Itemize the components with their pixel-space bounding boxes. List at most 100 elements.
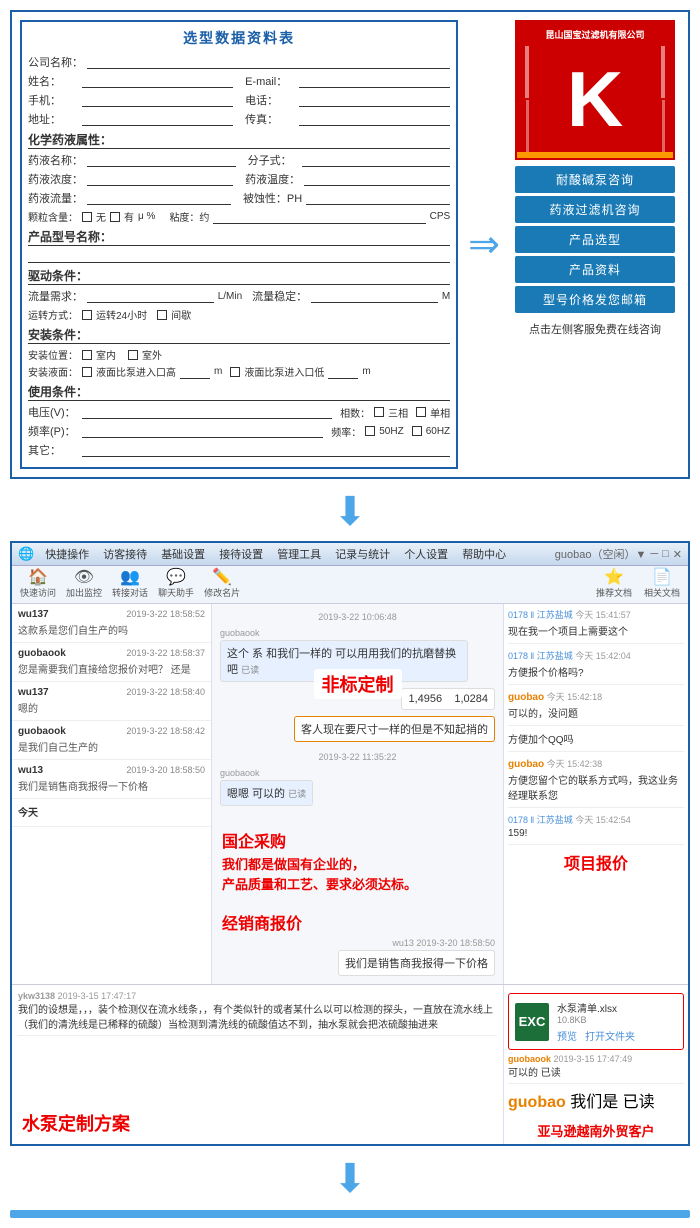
toolbar-shortcut[interactable]: 📄 相关文档 xyxy=(642,568,682,601)
level-below-check[interactable] xyxy=(230,367,240,377)
freq-60-check[interactable] xyxy=(412,426,422,436)
toolbar-label-5: 修改名片 xyxy=(204,586,240,599)
other-input[interactable] xyxy=(82,443,450,457)
three-phase-check[interactable] xyxy=(374,407,384,417)
toolbar-monitor[interactable]: 👁 加出监控 xyxy=(64,568,104,601)
file-actions: 预览 打开文件夹 xyxy=(557,1028,635,1043)
btn-acid-pump[interactable]: 耐酸碱泵咨询 xyxy=(515,166,675,193)
chem-name-input[interactable] xyxy=(87,153,236,167)
other-label: 其它： xyxy=(28,442,78,458)
menu-stats[interactable]: 记录与统计 xyxy=(332,545,393,563)
btn-filter[interactable]: 药液过滤机咨询 xyxy=(515,196,675,223)
conv-item-1[interactable]: wu137 2019-3-22 18:58:52 这款系是您们自生产的吗 xyxy=(12,604,211,643)
use-section-title: 使用条件： xyxy=(28,383,450,401)
level-above-check[interactable] xyxy=(82,367,92,377)
toolbar-edit[interactable]: ✏️ 修改名片 xyxy=(202,568,242,601)
flow-range-input[interactable] xyxy=(311,289,438,303)
addr-input[interactable] xyxy=(82,112,233,126)
conv-item-today[interactable]: 今天 xyxy=(12,799,211,827)
freq-hz-label: 频率： xyxy=(331,424,361,439)
right-msg-5: guobao 今天 15:42:38 方便您留个它的联系方式吗，我这业务经理联系… xyxy=(508,757,684,808)
level-above-input[interactable] xyxy=(180,365,210,379)
bar1 xyxy=(525,40,529,98)
open-folder-btn[interactable]: 打开文件夹 xyxy=(585,1028,635,1043)
btn-product-info[interactable]: 产品资料 xyxy=(515,256,675,283)
btn-send-price[interactable]: 型号价格发您邮箱 xyxy=(515,286,675,313)
fax-input[interactable] xyxy=(299,112,450,126)
chat-menubar: 🌐 快捷操作 访客接待 基础设置 接待设置 管理工具 记录与统计 个人设置 帮助… xyxy=(12,543,688,566)
drive-24h-check[interactable] xyxy=(82,310,92,320)
ph-input[interactable] xyxy=(306,191,450,205)
toolbar-quick-access[interactable]: 🏠 快速访问 xyxy=(18,568,58,601)
mol-label: 分子式： xyxy=(248,152,298,168)
tel-input[interactable] xyxy=(299,93,450,107)
mobile-input[interactable] xyxy=(82,93,233,107)
menu-personal[interactable]: 个人设置 xyxy=(401,545,451,563)
btn-model-select[interactable]: 产品选型 xyxy=(515,226,675,253)
menu-quick-op[interactable]: 快捷操作 xyxy=(42,545,92,563)
viscosity-input[interactable] xyxy=(213,210,425,224)
indoor-check[interactable] xyxy=(82,350,92,360)
freq-50-label: 50HZ xyxy=(379,426,403,437)
toolbar-right: ⭐ 推荐文档 📄 相关文档 xyxy=(594,568,682,601)
particle-has-check[interactable] xyxy=(110,212,120,222)
right-msg-1-text: 现在我一个项目上需要这个 xyxy=(508,623,684,638)
particle-has-label: 有 xyxy=(124,209,134,224)
flow-req-input[interactable] xyxy=(87,289,214,303)
chat-messages: 2019-3-22 10:06:48 guobaook 这个 系 和我们一样的 … xyxy=(212,604,503,984)
minimize-btn[interactable]: ─ xyxy=(650,548,658,560)
bubble-5-text: 我们是销售商我报得一下价格 xyxy=(338,950,495,976)
drive-mode-label: 运转方式： xyxy=(28,307,78,322)
level-below-input[interactable] xyxy=(328,365,358,379)
bottom-right-conv-text: 可以的 已读 xyxy=(508,1064,684,1079)
conv-item-5[interactable]: wu13 2019-3-20 18:58:50 我们是销售商我报得一下价格 xyxy=(12,760,211,799)
company-input[interactable] xyxy=(87,55,450,69)
file-name: 水泵清单.xlsx xyxy=(557,1000,635,1015)
mol-input[interactable] xyxy=(302,153,451,167)
drive-interval-check[interactable] xyxy=(157,310,167,320)
right-msg-2: 0178 ‖ 江苏盐城 今天 15:42:04 方便报个价格吗? xyxy=(508,649,684,685)
nav-buttons: 耐酸碱泵咨询 药液过滤机咨询 产品选型 产品资料 型号价格发您邮箱 xyxy=(515,166,675,313)
toolbar-assistant[interactable]: 💬 聊天助手 xyxy=(156,568,196,601)
outdoor-check[interactable] xyxy=(128,350,138,360)
topbar-right: guobao（空闲）▼ ─ □ ✕ xyxy=(555,546,682,562)
toolbar-recommend[interactable]: ⭐ 推荐文档 xyxy=(594,568,634,601)
right-msg-6-meta: 0178 ‖ 江苏盐城 今天 15:42:54 xyxy=(508,813,684,826)
preview-btn[interactable]: 预览 xyxy=(557,1028,577,1043)
user-status[interactable]: guobao（空闲）▼ xyxy=(555,546,647,562)
freq-50-check[interactable] xyxy=(365,426,375,436)
right-msg-5-meta: guobao 今天 15:42:38 xyxy=(508,757,684,770)
bubble-1-meta: guobaook xyxy=(220,628,260,638)
company-panel: 昆山国宝过滤机有限公司 K 耐酸碱泵咨询 药液过滤机咨询 产品选型 产品资料 型… xyxy=(510,20,680,469)
install-location-row: 安装位置： 室内 室外 xyxy=(28,347,450,362)
bubble-4-meta: guobaook xyxy=(220,768,260,778)
maximize-btn[interactable]: □ xyxy=(662,548,669,560)
particle-none-check[interactable] xyxy=(82,212,92,222)
toolbar-transfer[interactable]: 👥 转接对话 xyxy=(110,568,150,601)
menu-reception[interactable]: 接待设置 xyxy=(216,545,266,563)
conv-item-3[interactable]: wu137 2019-3-22 18:58:40 嗯的 xyxy=(12,682,211,721)
bubble-5: wu13 2019-3-20 18:58:50 我们是销售商我报得一下价格 xyxy=(338,938,495,976)
menu-tools[interactable]: 管理工具 xyxy=(274,545,324,563)
right-msg-6: 0178 ‖ 江苏盐城 今天 15:42:54 159! xyxy=(508,813,684,845)
menu-basic[interactable]: 基础设置 xyxy=(158,545,208,563)
conc-input[interactable] xyxy=(87,172,233,186)
menu-visitor[interactable]: 访客接待 xyxy=(100,545,150,563)
conv-item-4[interactable]: guobaook 2019-3-22 18:58:42 是我们自己生产的 xyxy=(12,721,211,760)
email-input[interactable] xyxy=(299,74,450,88)
conversation-list: wu137 2019-3-22 18:58:52 这款系是您们自生产的吗 guo… xyxy=(12,604,212,984)
voltage-input[interactable] xyxy=(82,405,332,419)
model-input[interactable] xyxy=(28,249,450,263)
flow-input[interactable] xyxy=(87,191,231,205)
freq-input[interactable] xyxy=(82,424,323,438)
menu-help[interactable]: 帮助中心 xyxy=(459,545,509,563)
temp-input[interactable] xyxy=(304,172,450,186)
logo-left-bars xyxy=(521,40,533,152)
name-input[interactable] xyxy=(82,74,233,88)
close-btn[interactable]: ✕ xyxy=(673,548,682,561)
particle-none-label: 无 xyxy=(96,209,106,224)
conv-item-2[interactable]: guobaook 2019-3-22 18:58:37 您是需要我们直接给您报价… xyxy=(12,643,211,682)
recommend-label: 推荐文档 xyxy=(596,586,632,599)
single-phase-check[interactable] xyxy=(416,407,426,417)
flow-req-label: 流量需求： xyxy=(28,288,83,304)
